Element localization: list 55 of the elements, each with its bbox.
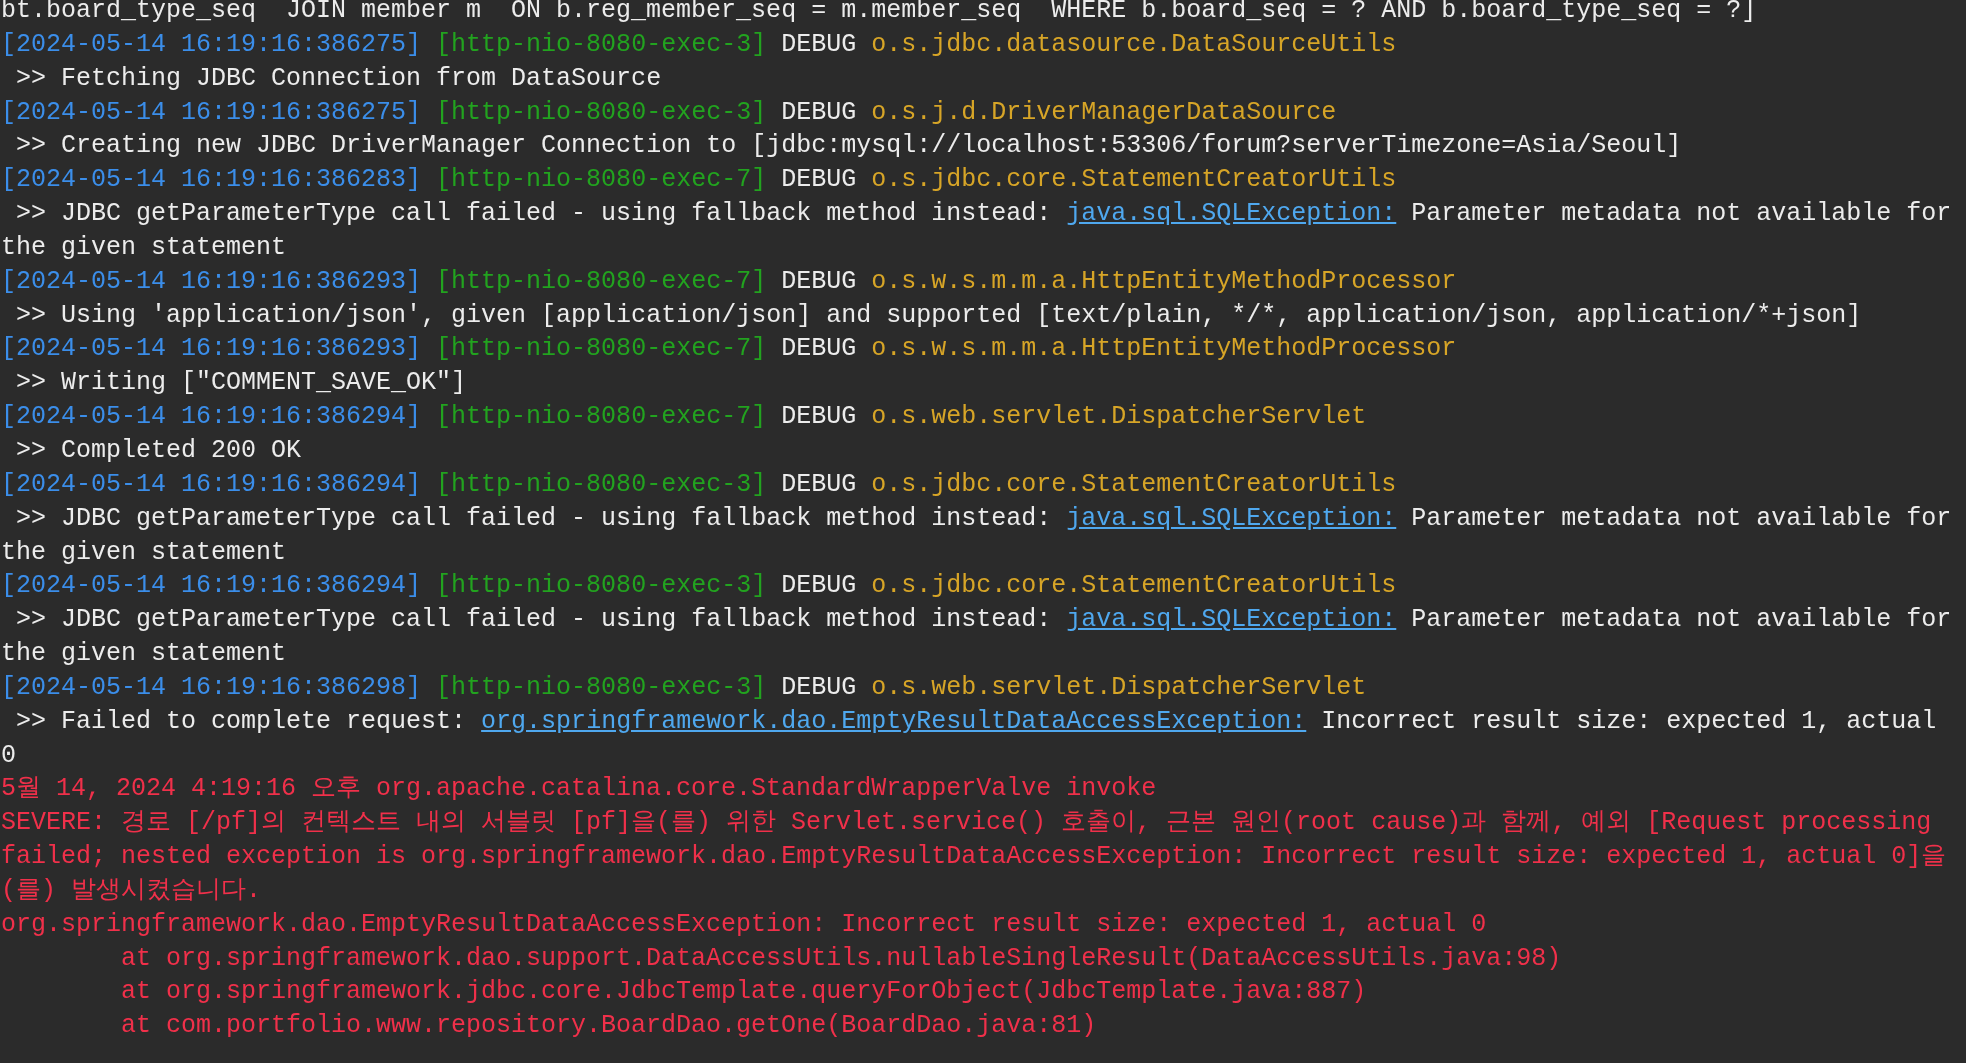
thread-name: [http-nio-8080-exec-3] [436, 469, 767, 499]
log-level: DEBUG [781, 165, 857, 195]
logger-name: o.s.web.servlet.DispatcherServlet [871, 402, 1367, 432]
log-message: >> JDBC getParameterType call failed - using fallback method instead: java.sql.SQLException: Parameter metadata not available for the given statement [1, 502, 1953, 569]
thread-name: [http-nio-8080-exec-7] [436, 165, 767, 195]
logger-name: o.s.web.servlet.DispatcherServlet [871, 672, 1367, 702]
error-text: SEVERE: 경로 [/pf]의 컨텍스트 내의 서블릿 [pf]을(를) 위한 Servlet.service() 호출이, 근본 원인(root cause)과 함께, 예외 [Request processing failed; nested exception is org.springframework.dao.EmptyResultDataAccessException: Incorrect result size: expected 1, actual 0]을(를) 발생시켰습니다. [1, 807, 1948, 907]
timestamp: [2024-05-14 16:19:16:386275] [1, 29, 422, 59]
exception-link[interactable]: java.sql.SQLException: [1066, 605, 1397, 635]
log-message: >> JDBC getParameterType call failed - using fallback method instead: java.sql.SQLException: Parameter metadata not available for the given statement [1, 198, 1953, 264]
log-message: >> JDBC getParameterType call failed - using fallback method instead: java.sql.SQLException: Parameter metadata not available for the given statement [1, 604, 1953, 671]
timestamp: [2024-05-14 16:19:16:386283] [1, 165, 422, 195]
thread-name: [http-nio-8080-exec-3] [436, 672, 767, 702]
thread-name: [http-nio-8080-exec-7] [436, 266, 767, 296]
log-message: >> Creating new JDBC DriverManager Connection to [jdbc:mysql://localhost:53306/forum?serverTimezone=Asia/Seoul] [15, 130, 1683, 163]
log-level: DEBUG [781, 334, 857, 364]
exception-link[interactable]: java.sql.SQLException: [1066, 503, 1397, 533]
log-level: DEBUG [781, 469, 857, 499]
logger-name: o.s.j.d.DriverManagerDataSource [871, 97, 1337, 127]
thread-name: [http-nio-8080-exec-7] [436, 334, 767, 364]
thread-name: [http-nio-8080-exec-3] [436, 571, 767, 601]
logger-name: o.s.jdbc.core.StatementCreatorUtils [871, 469, 1397, 499]
error-text: 5월 14, 2024 4:19:16 오후 org.apache.catalina.core.StandardWrapperValve invoke [1, 773, 1158, 806]
timestamp: [2024-05-14 16:19:16:386293] [1, 266, 422, 296]
log-level: DEBUG [781, 672, 857, 702]
timestamp: [2024-05-14 16:19:16:386294] [1, 402, 422, 432]
thread-name: [http-nio-8080-exec-7] [436, 402, 767, 432]
thread-name: [http-nio-8080-exec-3] [436, 97, 767, 127]
timestamp: [2024-05-14 16:19:16:386275] [1, 97, 422, 127]
logger-name: o.s.w.s.m.m.a.HttpEntityMethodProcessor [871, 266, 1457, 296]
log-level: DEBUG [781, 402, 857, 432]
exception-link[interactable]: java.sql.SQLException: [1066, 199, 1397, 229]
exception-link[interactable]: org.springframework.dao.EmptyResultDataAccessException: [481, 706, 1307, 736]
log-level: DEBUG [781, 97, 857, 127]
log-message: >> Using 'application/json', given [application/json] and supported [text/plain, */*, application/json, application/*+json] [15, 299, 1863, 332]
timestamp: [2024-05-14 16:19:16:386294] [1, 571, 422, 601]
timestamp: [2024-05-14 16:19:16:386298] [1, 672, 422, 702]
log-level: DEBUG [781, 571, 857, 601]
log-message: >> Fetching JDBC Connection from DataSource [15, 62, 663, 95]
log-message: >> Failed to complete request: org.springframework.dao.EmptyResultDataAccessException: Incorrect result size: expected 1, actual 0 [1, 705, 1938, 772]
logger-name: o.s.w.s.m.m.a.HttpEntityMethodProcessor [871, 334, 1457, 364]
log-level: DEBUG [781, 29, 857, 59]
logger-name: o.s.jdbc.core.StatementCreatorUtils [871, 165, 1397, 195]
stack-trace-line: at com.portfolio.www.repository.BoardDao.getOne(BoardDao.java:81) [120, 1010, 1098, 1043]
thread-name: [http-nio-8080-exec-3] [436, 29, 767, 59]
stack-trace-line: at org.springframework.jdbc.core.JdbcTemplate.queryForObject(JdbcTemplate.java:887) [120, 976, 1368, 1009]
error-text: org.springframework.dao.EmptyResultDataAccessException: Incorrect result size: expected 1, actual 0 [1, 908, 1488, 941]
logger-name: o.s.jdbc.core.StatementCreatorUtils [871, 571, 1397, 601]
timestamp: [2024-05-14 16:19:16:386294] [1, 469, 422, 499]
log-message: >> Completed 200 OK [15, 434, 303, 467]
logger-name: o.s.jdbc.datasource.DataSourceUtils [871, 29, 1397, 59]
log-message: >> Writing ["COMMENT_SAVE_OK"] [15, 367, 468, 400]
timestamp: [2024-05-14 16:19:16:386293] [1, 334, 422, 364]
stack-trace-line: at org.springframework.dao.support.DataAccessUtils.nullableSingleResult(DataAccessUtils.java:98) [120, 942, 1563, 975]
log-level: DEBUG [781, 266, 857, 296]
